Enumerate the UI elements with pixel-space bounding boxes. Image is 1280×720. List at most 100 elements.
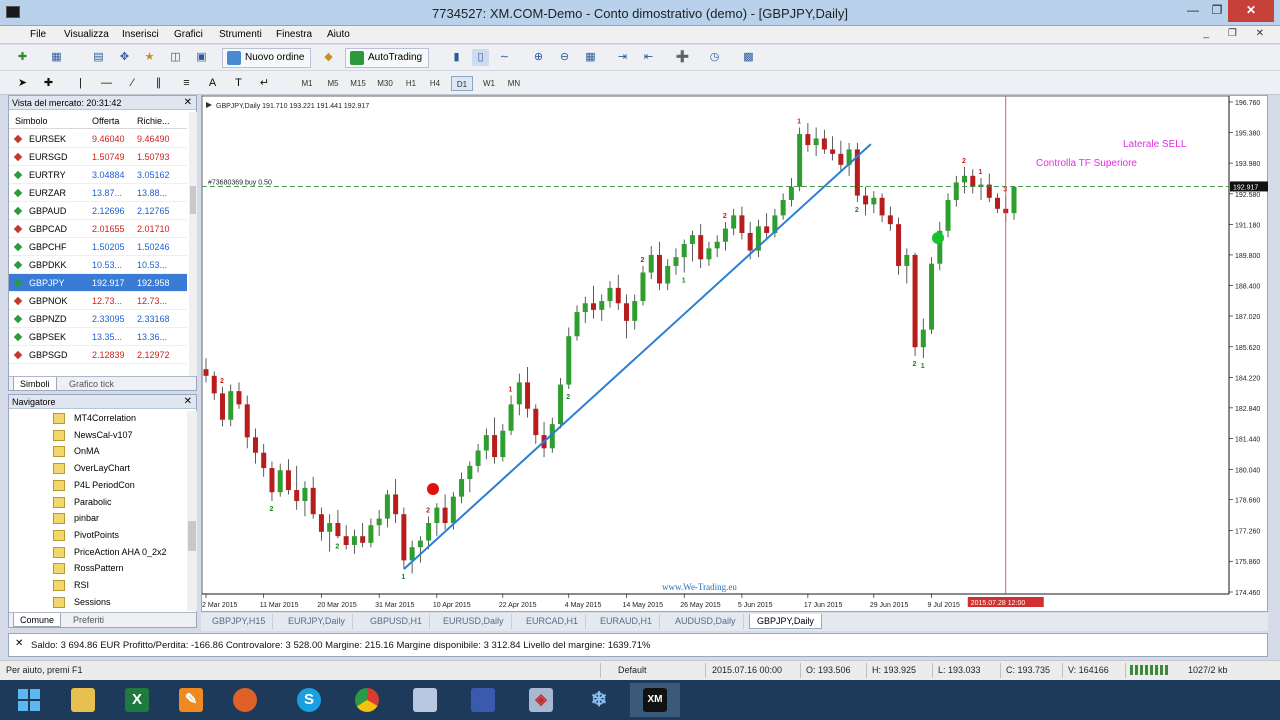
- taskbar-snowflake[interactable]: ❄: [574, 683, 624, 717]
- trendline-icon[interactable]: ∕: [124, 75, 141, 92]
- market-watch-row[interactable]: GBPSEK 13.35... 13.36...: [9, 328, 187, 346]
- market-watch-row[interactable]: GBPNOK 12.73... 12.73...: [9, 292, 187, 310]
- timeframe-m15[interactable]: M15: [347, 76, 369, 91]
- taskbar-paint[interactable]: ◈: [516, 683, 566, 717]
- tab-symbols[interactable]: Simboli: [13, 377, 57, 391]
- taskbar-skype[interactable]: S: [284, 683, 334, 717]
- market-watch-row[interactable]: GBPJPY 192.917 192.958: [9, 274, 187, 292]
- timeframe-w1[interactable]: W1: [478, 76, 500, 91]
- chart-tab[interactable]: GBPJPY,Daily: [749, 614, 822, 629]
- menu-view[interactable]: Visualizza: [64, 29, 109, 40]
- close-button[interactable]: ✕: [1228, 0, 1274, 22]
- menu-charts[interactable]: Grafici: [174, 29, 203, 40]
- zoom-out-icon[interactable]: ⊖: [556, 49, 573, 66]
- strategy-tester-icon[interactable]: ▣: [193, 49, 210, 66]
- market-watch-row[interactable]: GBPSGD 2.12839 2.12972: [9, 346, 187, 364]
- market-watch-row[interactable]: EURZAR 13.87... 13.88...: [9, 184, 187, 202]
- status-profile[interactable]: Default: [618, 665, 647, 675]
- chart-tab[interactable]: AUDUSD,Daily: [668, 614, 744, 629]
- taskbar-document[interactable]: [400, 683, 450, 717]
- navigator-item[interactable]: RSI: [53, 578, 189, 594]
- new-chart-icon[interactable]: ✚: [14, 49, 31, 66]
- mdi-controls[interactable]: _ ❐ ✕: [1204, 28, 1272, 39]
- indicators-icon[interactable]: ➕: [674, 49, 691, 66]
- menu-help[interactable]: Aiuto: [327, 29, 350, 40]
- scrollbar-thumb[interactable]: [190, 186, 196, 214]
- chart-shift-icon[interactable]: ⇤: [640, 49, 657, 66]
- periods-icon[interactable]: ◷: [706, 49, 723, 66]
- tab-tick-chart[interactable]: Grafico tick: [63, 377, 120, 391]
- text-icon[interactable]: A: [204, 75, 221, 92]
- chart-tab[interactable]: EURUSD,Daily: [436, 614, 512, 629]
- timeframe-h4[interactable]: H4: [424, 76, 446, 91]
- templates-icon[interactable]: ▩: [740, 49, 757, 66]
- chart-window[interactable]: 196.760 195.380 193.980 192.580 191.180 189.8…: [201, 95, 1268, 612]
- arrows-icon[interactable]: ↵: [256, 75, 273, 92]
- chart-tab[interactable]: GBPUSD,H1: [363, 614, 431, 629]
- navigator-item[interactable]: P4L PeriodCon: [53, 478, 189, 494]
- candlestick-icon[interactable]: ▯: [472, 49, 489, 66]
- chart-tab[interactable]: GBPJPY,H15: [205, 614, 274, 629]
- navigator-item[interactable]: OnMA: [53, 444, 189, 460]
- timeframe-h1[interactable]: H1: [400, 76, 422, 91]
- timeframe-m30[interactable]: M30: [374, 76, 396, 91]
- market-watch-scrollbar[interactable]: [189, 112, 197, 376]
- tab-common[interactable]: Comune: [13, 613, 62, 627]
- chart-tab[interactable]: EURAUD,H1: [593, 614, 661, 629]
- navigator-item[interactable]: Parabolic: [53, 495, 189, 511]
- market-watch-row[interactable]: GBPAUD 2.12696 2.12765: [9, 202, 187, 220]
- navigator-item[interactable]: NewsCal-v107: [53, 428, 189, 444]
- tab-favorites[interactable]: Preferiti: [67, 613, 110, 627]
- line-chart-icon[interactable]: ∼: [496, 49, 513, 66]
- navigator-item[interactable]: RossPattern: [53, 561, 189, 577]
- timeframe-m1[interactable]: M1: [296, 76, 318, 91]
- menu-tools[interactable]: Strumenti: [219, 29, 262, 40]
- taskbar-network[interactable]: [458, 683, 508, 717]
- autotrading-button[interactable]: AutoTrading: [345, 48, 430, 68]
- market-watch-row[interactable]: EURSEK 9.46040 9.46490: [9, 130, 187, 148]
- column-symbol[interactable]: Simbolo: [15, 116, 48, 126]
- taskbar-chrome[interactable]: [342, 683, 392, 717]
- close-icon[interactable]: ✕: [184, 396, 192, 407]
- menu-insert[interactable]: Inserisci: [122, 29, 159, 40]
- price-chart[interactable]: 196.760 195.380 193.980 192.580 191.180 189.8…: [202, 96, 1269, 613]
- navigator-icon[interactable]: ★: [141, 49, 158, 66]
- start-button[interactable]: [4, 683, 54, 717]
- scrollbar-thumb[interactable]: [188, 521, 196, 551]
- market-watch-row[interactable]: GBPDKK 10.53... 10.53...: [9, 256, 187, 274]
- menu-window[interactable]: Finestra: [276, 29, 312, 40]
- tile-windows-icon[interactable]: ▦: [582, 49, 599, 66]
- column-bid[interactable]: Offerta: [92, 116, 119, 126]
- market-watch-row[interactable]: GBPCHF 1.50205 1.50246: [9, 238, 187, 256]
- close-icon[interactable]: ✕: [184, 97, 192, 108]
- chart-tab[interactable]: EURCAD,H1: [519, 614, 587, 629]
- market-watch-row[interactable]: GBPNZD 2.33095 2.33168: [9, 310, 187, 328]
- profiles-icon[interactable]: ▦: [48, 49, 65, 66]
- navigator-scrollbar[interactable]: [187, 411, 197, 611]
- zoom-in-icon[interactable]: ⊕: [530, 49, 547, 66]
- market-watch-row[interactable]: EURSGD 1.50749 1.50793: [9, 148, 187, 166]
- taskbar-xm-terminal[interactable]: XM: [630, 683, 680, 717]
- column-ask[interactable]: Richie...: [137, 116, 170, 126]
- taskbar-firefox[interactable]: [220, 683, 270, 717]
- channel-icon[interactable]: ∥: [150, 75, 167, 92]
- navigator-item[interactable]: Sessions: [53, 595, 189, 611]
- close-icon[interactable]: ✕: [15, 638, 23, 649]
- taskbar-excel[interactable]: X: [112, 683, 162, 717]
- timeframe-m5[interactable]: M5: [322, 76, 344, 91]
- fibonacci-icon[interactable]: ≡: [178, 75, 195, 92]
- vertical-line-icon[interactable]: |: [72, 75, 89, 92]
- auto-scroll-icon[interactable]: ⇥: [614, 49, 631, 66]
- navigator-item[interactable]: PivotPoints: [53, 528, 189, 544]
- crosshair-icon[interactable]: ✚: [40, 75, 57, 92]
- data-window-icon[interactable]: ✥: [116, 49, 133, 66]
- chart-tab[interactable]: EURJPY,Daily: [281, 614, 353, 629]
- new-order-button[interactable]: Nuovo ordine: [222, 48, 312, 68]
- cursor-icon[interactable]: ➤: [14, 75, 31, 92]
- navigator-item[interactable]: MT4Correlation: [53, 411, 189, 427]
- taskbar-file-explorer[interactable]: [58, 683, 108, 717]
- market-watch-icon[interactable]: ▤: [90, 49, 107, 66]
- market-watch-row[interactable]: GBPCAD 2.01655 2.01710: [9, 220, 187, 238]
- timeframe-d1[interactable]: D1: [451, 76, 473, 91]
- market-watch-row[interactable]: EURTRY 3.04884 3.05162: [9, 166, 187, 184]
